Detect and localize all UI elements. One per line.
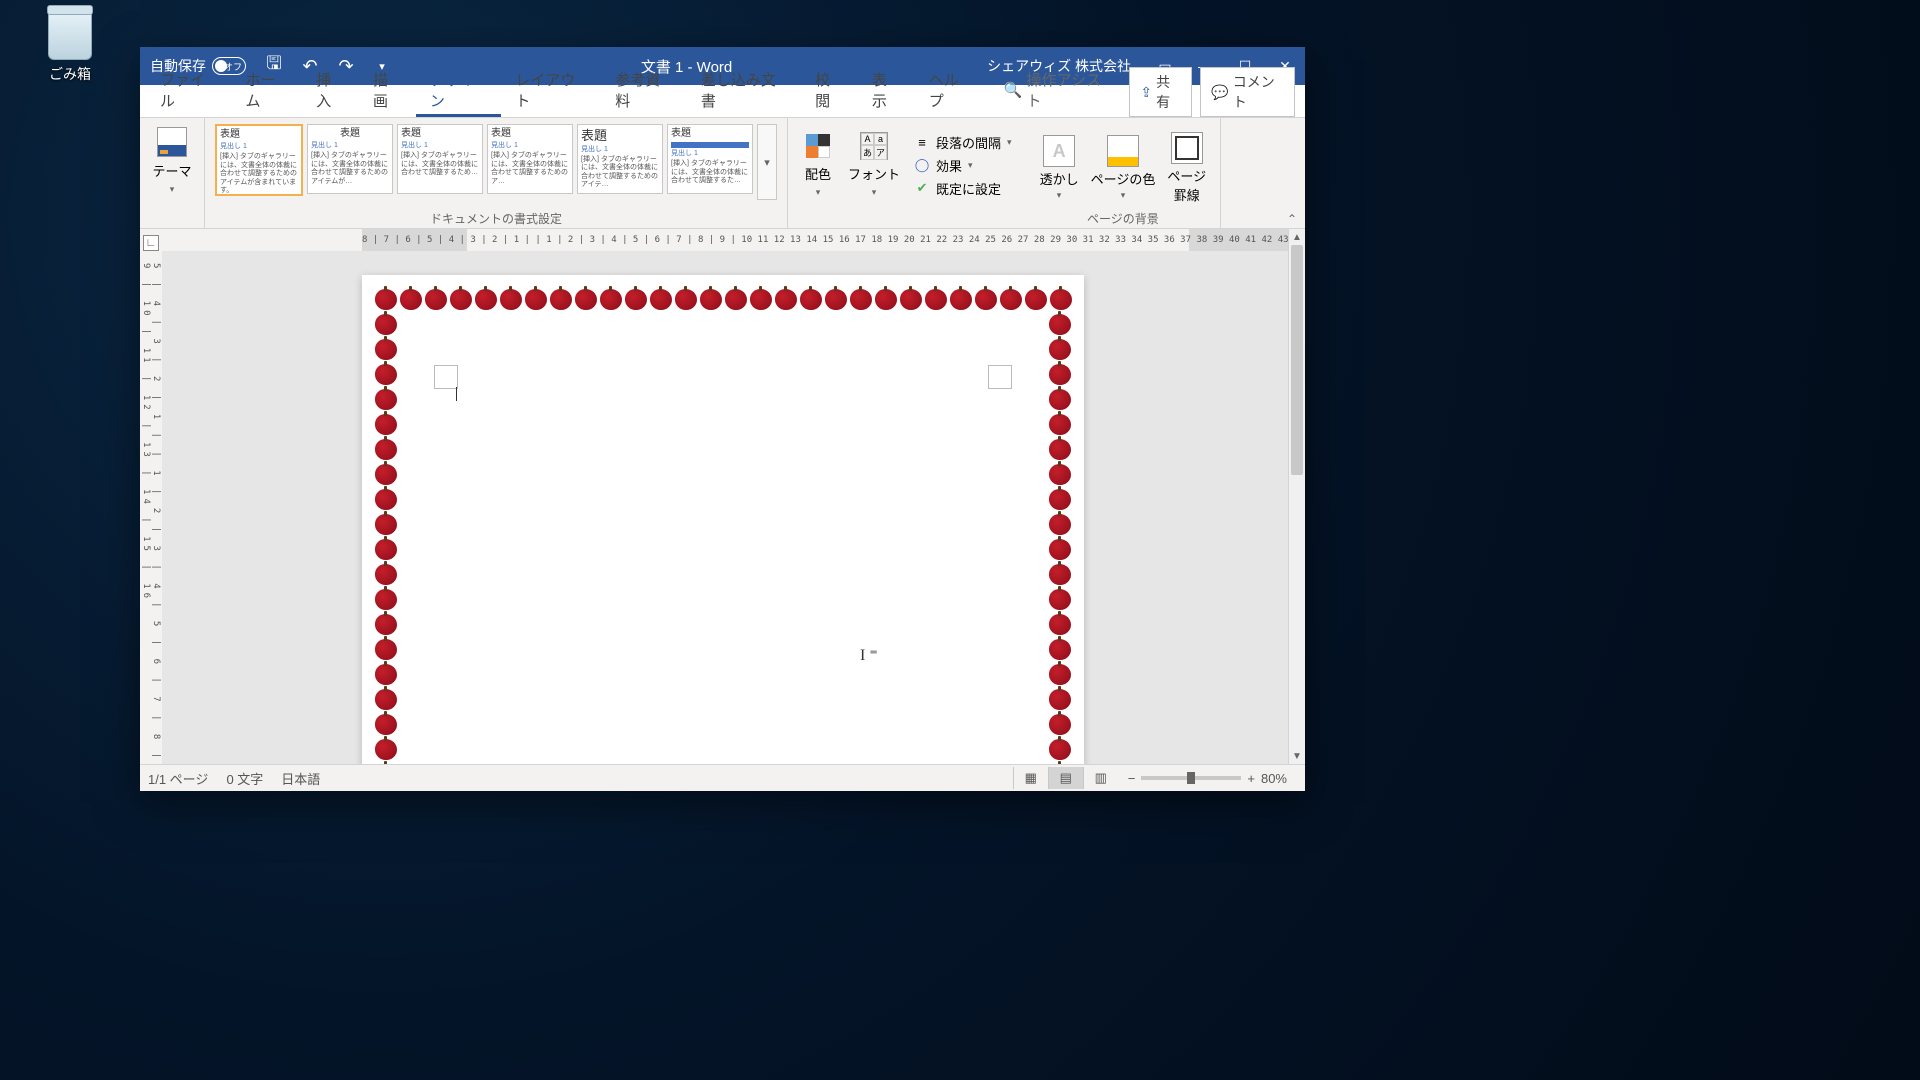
tab-view[interactable]: 表示 <box>858 63 915 117</box>
collapse-ribbon-button[interactable]: ⌃ <box>1287 212 1301 226</box>
format-thumb-3[interactable]: 表題見出し 1[挿入] タブのギャラリーには、文書全体の体裁に合わせて調整するた… <box>397 124 483 194</box>
recycle-bin-label: ごみ箱 <box>30 64 110 84</box>
text-cursor-icon: I ⁼ <box>860 645 878 665</box>
format-thumb-2[interactable]: 表題見出し 1[挿入] タブのギャラリーには、文書全体の体裁に合わせて調整するた… <box>307 124 393 194</box>
paragraph-mark <box>456 387 462 401</box>
tab-draw[interactable]: 描画 <box>359 63 416 117</box>
watermark-icon <box>1043 135 1075 167</box>
status-word-count[interactable]: 0 文字 <box>226 769 263 788</box>
spacing-icon: ≡ <box>914 134 930 150</box>
margin-marker-left <box>434 365 458 389</box>
word-window: 自動保存 オフ 🖫 ↶ ↷ ▾ 文書 1 - Word シェアウィズ 株式会社 … <box>140 47 1305 791</box>
tab-layout[interactable]: レイアウト <box>501 63 601 117</box>
document-area: ∟ 5 | 4 | 3 | 2 | 1 | | 1 | 2 | 3 | 4 | … <box>140 229 1305 764</box>
page-art-border <box>374 287 1072 764</box>
scroll-down-button[interactable]: ▼ <box>1289 748 1305 764</box>
view-read-mode[interactable]: ▦ <box>1013 767 1048 789</box>
page-1[interactable]: I ⁼ <box>362 275 1084 764</box>
colors-button[interactable]: 配色▾ <box>796 122 840 208</box>
format-thumb-5[interactable]: 表題見出し 1[挿入] タブのギャラリーには、文書全体の体裁に合わせて調整するた… <box>577 124 663 194</box>
colors-icon <box>806 134 830 158</box>
paragraph-spacing-button[interactable]: ≡段落の間隔▾ <box>914 133 1012 152</box>
effects-button[interactable]: ◯効果▾ <box>914 156 1012 175</box>
tab-design[interactable]: デザイン <box>416 63 502 117</box>
zoom-control[interactable]: − + 80% <box>1118 771 1297 786</box>
scroll-track[interactable] <box>1289 245 1305 748</box>
vertical-ruler[interactable]: ∟ 5 | 4 | 3 | 2 | 1 | | 1 | 2 | 3 | 4 | … <box>140 229 163 764</box>
recycle-bin-icon <box>48 10 92 60</box>
ribbon-tabs: ファイル ホーム 挿入 描画 デザイン レイアウト 参考資料 差し込み文書 校閲… <box>140 85 1305 118</box>
status-language[interactable]: 日本語 <box>281 769 320 788</box>
vertical-scrollbar[interactable]: ▲ ▼ <box>1288 229 1305 764</box>
tell-me-search[interactable]: 🔍 操作アシスト <box>990 63 1125 117</box>
effects-icon: ◯ <box>914 157 930 173</box>
fonts-button[interactable]: Aaあア フォント▾ <box>840 122 908 208</box>
share-button[interactable]: ⇪共有 <box>1129 67 1192 117</box>
view-web-layout[interactable]: ▥ <box>1083 767 1118 789</box>
zoom-out-button[interactable]: − <box>1128 771 1136 786</box>
autosave-state: オフ <box>212 57 246 75</box>
page-borders-button[interactable]: ページ 罫線 <box>1161 122 1212 214</box>
tab-help[interactable]: ヘルプ <box>915 63 986 117</box>
page-color-button[interactable]: ページの色▾ <box>1085 122 1162 214</box>
page-color-icon <box>1107 135 1139 167</box>
themes-icon <box>157 127 187 157</box>
status-bar: 1/1 ページ 0 文字 日本語 ▦ ▤ ▥ − + 80% <box>140 764 1305 791</box>
format-thumb-1[interactable]: 表題見出し 1[挿入] タブのギャラリーには、文書全体の体裁に合わせて調整するた… <box>215 124 303 196</box>
comment-button[interactable]: 💬コメント <box>1200 67 1295 117</box>
status-page[interactable]: 1/1 ページ <box>148 769 208 788</box>
check-icon: ✔ <box>914 180 930 196</box>
themes-button[interactable]: テーマ ▾ <box>152 122 192 200</box>
page-borders-icon <box>1171 132 1203 164</box>
fonts-icon: Aaあア <box>860 132 888 160</box>
group-label-page-bg: ページの背景 <box>1026 210 1221 227</box>
scroll-up-button[interactable]: ▲ <box>1289 229 1305 245</box>
format-thumb-6[interactable]: 表題見出し 1[挿入] タブのギャラリーには、文書全体の体裁に合わせて調整するた… <box>667 124 753 194</box>
comment-icon: 💬 <box>1211 84 1228 101</box>
margin-marker-right <box>988 365 1012 389</box>
document-canvas[interactable]: I ⁼ <box>162 251 1289 764</box>
set-default-button[interactable]: ✔既定に設定 <box>914 179 1012 198</box>
tab-references[interactable]: 参考資料 <box>601 63 687 117</box>
tab-insert[interactable]: 挿入 <box>302 63 359 117</box>
tab-mailings[interactable]: 差し込み文書 <box>687 63 801 117</box>
watermark-button[interactable]: 透かし▾ <box>1034 122 1085 214</box>
document-formatting-gallery[interactable]: 表題見出し 1[挿入] タブのギャラリーには、文書全体の体裁に合わせて調整するた… <box>213 122 779 202</box>
recycle-bin[interactable]: ごみ箱 <box>30 10 110 84</box>
group-label-doc-format: ドキュメントの書式設定 <box>205 210 787 227</box>
view-print-layout[interactable]: ▤ <box>1048 767 1083 789</box>
zoom-in-button[interactable]: + <box>1247 771 1255 786</box>
format-thumb-4[interactable]: 表題見出し 1[挿入] タブのギャラリーには、文書全体の体裁に合わせて調整するた… <box>487 124 573 194</box>
format-gallery-more[interactable]: ▾ <box>757 124 777 200</box>
ribbon-body: テーマ ▾ 表題見出し 1[挿入] タブのギャラリーには、文書全体の体裁に合わせ… <box>140 118 1305 229</box>
share-icon: ⇪ <box>1140 84 1152 101</box>
tab-review[interactable]: 校閲 <box>801 63 858 117</box>
scroll-thumb[interactable] <box>1291 245 1303 475</box>
zoom-slider[interactable] <box>1141 776 1241 780</box>
horizontal-ruler[interactable]: 8 | 7 | 6 | 5 | 4 | 3 | 2 | 1 | | 1 | 2 … <box>162 229 1289 252</box>
zoom-level[interactable]: 80% <box>1261 771 1287 786</box>
search-icon: 🔍 <box>1004 81 1023 99</box>
chevron-down-icon: ▾ <box>170 184 175 195</box>
tab-selector[interactable]: ∟ <box>143 235 159 251</box>
